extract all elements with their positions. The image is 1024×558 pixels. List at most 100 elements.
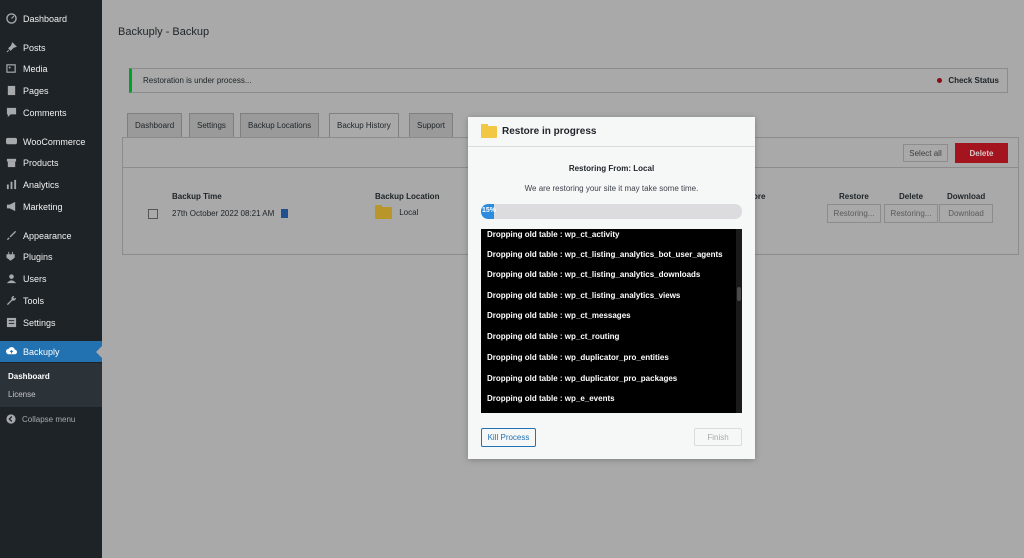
log-line: Dropping old table : wp_ct_messages bbox=[487, 311, 631, 320]
backup-location-cell: Local bbox=[375, 205, 419, 219]
menu-label: Settings bbox=[23, 317, 56, 328]
paintbrush-icon bbox=[6, 230, 17, 241]
row-checkbox[interactable] bbox=[148, 209, 158, 219]
menu-label: Marketing bbox=[23, 201, 63, 212]
log-scrollbar[interactable] bbox=[736, 229, 742, 413]
restore-log[interactable]: Dropping old table : wp_ct_activity Drop… bbox=[481, 229, 742, 413]
menu-item-media[interactable]: Media bbox=[0, 58, 102, 79]
check-status-link[interactable]: Check Status bbox=[937, 76, 999, 85]
log-scrollbar-thumb[interactable] bbox=[737, 287, 741, 301]
tab-support[interactable]: Support bbox=[409, 113, 454, 137]
menu-label: WooCommerce bbox=[23, 136, 86, 147]
menu-label: Tools bbox=[23, 295, 45, 306]
menu-label: Dashboard bbox=[23, 13, 68, 24]
status-dot-icon bbox=[937, 78, 943, 83]
log-line: Dropping old table : wp_e_events bbox=[487, 394, 615, 403]
log-line: Dropping old table : wp_duplicator_pro_p… bbox=[487, 374, 678, 383]
bar-chart-icon bbox=[6, 179, 17, 190]
dashboard-icon bbox=[6, 13, 17, 24]
submenu-item-dashboard[interactable]: Dashboard bbox=[8, 372, 50, 381]
menu-item-posts[interactable]: Posts bbox=[0, 37, 102, 58]
log-line: Dropping old table : wp_ct_listing_analy… bbox=[487, 291, 681, 300]
menu-item-dashboard[interactable]: Dashboard bbox=[0, 8, 102, 29]
tab-settings[interactable]: Settings bbox=[189, 113, 234, 137]
menu-label: Analytics bbox=[23, 179, 60, 190]
tab-backup-locations[interactable]: Backup Locations bbox=[240, 113, 320, 137]
log-line: Dropping old table : wp_ct_routing bbox=[487, 332, 620, 341]
header-backup-time: Backup Time bbox=[172, 192, 222, 201]
menu-item-products[interactable]: Products bbox=[0, 152, 102, 173]
finish-button: Finish bbox=[694, 428, 742, 446]
submenu-item-license[interactable]: License bbox=[8, 390, 36, 399]
menu-label: Posts bbox=[23, 42, 46, 53]
modal-title: Restore in progress bbox=[502, 126, 597, 137]
modal-header: Restore in progress bbox=[468, 117, 755, 147]
backup-time-value: 27th October 2022 08:21 AM bbox=[172, 209, 275, 218]
log-line: Dropping old table : wp_ct_listing_analy… bbox=[487, 270, 701, 279]
collapse-menu-button[interactable]: Collapse menu bbox=[0, 410, 102, 428]
cloud-upload-icon bbox=[6, 347, 17, 355]
menu-label: Comments bbox=[23, 107, 67, 118]
menu-label: Products bbox=[23, 157, 59, 168]
backuply-submenu: Dashboard License bbox=[0, 363, 102, 407]
users-icon bbox=[6, 274, 17, 284]
restore-modal: Restore in progress Restoring From: Loca… bbox=[468, 117, 755, 459]
menu-item-backuply[interactable]: Backuply bbox=[0, 341, 102, 362]
megaphone-icon bbox=[6, 201, 16, 212]
restore-progress-bar: 15% bbox=[481, 204, 742, 219]
comment-icon bbox=[6, 107, 17, 118]
menu-label: Users bbox=[23, 273, 47, 284]
menu-label: Plugins bbox=[23, 251, 53, 262]
folder-icon bbox=[481, 123, 497, 138]
woocommerce-icon bbox=[6, 137, 17, 145]
tab-backup-history[interactable]: Backup History bbox=[329, 113, 399, 137]
media-icon bbox=[6, 64, 16, 73]
pages-icon bbox=[7, 85, 16, 96]
menu-item-settings[interactable]: Settings bbox=[0, 312, 102, 333]
collapse-arrow-icon bbox=[6, 414, 16, 424]
kill-process-button[interactable]: Kill Process bbox=[481, 428, 536, 447]
menu-item-users[interactable]: Users bbox=[0, 268, 102, 289]
log-line: Dropping old table : wp_ct_listing_analy… bbox=[487, 250, 723, 259]
header-backup-location: Backup Location bbox=[375, 192, 440, 201]
menu-label: Backuply bbox=[23, 346, 60, 357]
delete-row-button[interactable]: Restoring... bbox=[884, 204, 938, 223]
archive-icon bbox=[6, 158, 17, 168]
notice-message: Restoration is under process... bbox=[143, 76, 252, 85]
delete-button[interactable]: Delete bbox=[955, 143, 1008, 163]
menu-item-comments[interactable]: Comments bbox=[0, 102, 102, 123]
log-line: Dropping old table : wp_ct_activity bbox=[487, 230, 620, 239]
log-line: Dropping old table : wp_duplicator_pro_e… bbox=[487, 353, 669, 362]
download-button[interactable]: Download bbox=[939, 204, 993, 223]
plug-icon bbox=[6, 251, 15, 261]
menu-label: Pages bbox=[23, 85, 49, 96]
menu-item-plugins[interactable]: Plugins bbox=[0, 246, 102, 267]
folder-icon bbox=[375, 205, 392, 219]
restore-button[interactable]: Restoring... bbox=[827, 204, 881, 223]
menu-item-analytics[interactable]: Analytics bbox=[0, 174, 102, 195]
settings-icon bbox=[6, 317, 17, 328]
backup-location-value: Local bbox=[399, 208, 419, 218]
page-title: Backuply - Backup bbox=[118, 26, 210, 38]
backup-time-cell: 27th October 2022 08:21 AM bbox=[172, 209, 288, 219]
menu-item-appearance[interactable]: Appearance bbox=[0, 225, 102, 246]
file-icon[interactable] bbox=[280, 209, 288, 219]
check-status-label: Check Status bbox=[948, 76, 999, 85]
menu-item-marketing[interactable]: Marketing bbox=[0, 196, 102, 217]
menu-item-pages[interactable]: Pages bbox=[0, 80, 102, 101]
restore-description: We are restoring your site it may take s… bbox=[524, 184, 699, 193]
restoration-notice: Restoration is under process... Check St… bbox=[129, 68, 1008, 93]
pin-icon bbox=[6, 42, 17, 53]
menu-label: Media bbox=[23, 63, 48, 74]
restoring-from-label: Restoring From: Local bbox=[568, 164, 655, 173]
menu-label: Appearance bbox=[23, 230, 72, 241]
admin-sidebar: Dashboard Posts Media Pages Comments Woo… bbox=[0, 0, 102, 558]
menu-item-tools[interactable]: Tools bbox=[0, 290, 102, 311]
wrench-icon bbox=[6, 295, 17, 306]
collapse-label: Collapse menu bbox=[22, 414, 76, 424]
header-restore: Restore bbox=[839, 192, 869, 201]
tab-dashboard[interactable]: Dashboard bbox=[127, 113, 183, 137]
menu-item-woocommerce[interactable]: WooCommerce bbox=[0, 131, 102, 152]
header-download: Download bbox=[947, 192, 986, 201]
select-all-button[interactable]: Select all bbox=[903, 144, 948, 162]
